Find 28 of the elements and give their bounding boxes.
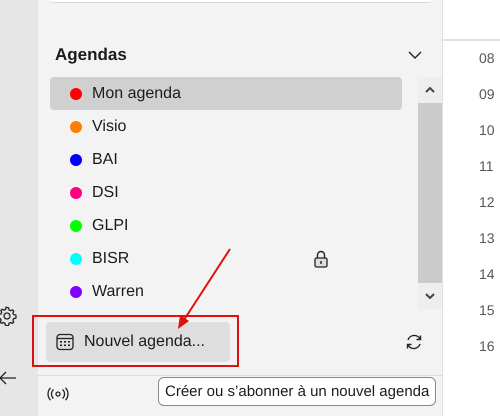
scroll-down-icon[interactable] (425, 293, 435, 299)
calendar-item[interactable]: Mon agenda (50, 77, 402, 110)
settings-icon[interactable] (0, 306, 17, 326)
hour-label: 10 (479, 121, 496, 140)
calendar-item[interactable]: BISR (50, 242, 402, 275)
calendar-item[interactable]: DSI (50, 176, 402, 209)
chevron-down-icon[interactable] (408, 51, 422, 59)
back-arrow-icon[interactable] (0, 371, 17, 385)
hour-label: 08 (479, 49, 496, 68)
calendar-item[interactable]: Visio (50, 110, 402, 143)
calendar-icon (56, 333, 74, 351)
hour-label: 16 (479, 337, 496, 356)
calendar-item[interactable]: Warren (50, 275, 402, 308)
hour-label: 14 (479, 265, 496, 284)
hour-label: 09 (479, 85, 496, 104)
broadcast-icon[interactable] (47, 387, 69, 401)
scroll-up-icon[interactable] (425, 87, 435, 93)
section-title: Agendas (55, 45, 127, 65)
tooltip: Créer ou s’abonner à un nouvel agenda (158, 377, 436, 406)
scrollbar[interactable] (418, 77, 442, 309)
hour-label: 13 (479, 229, 496, 248)
calendar-item[interactable]: BAI (50, 143, 402, 176)
refresh-icon[interactable] (404, 332, 424, 352)
hour-label: 15 (479, 301, 496, 320)
hour-label: 12 (479, 193, 496, 212)
new-calendar-button[interactable]: Nouvel agenda... (46, 322, 230, 362)
calendar-item[interactable]: GLPI (50, 209, 402, 242)
hour-label: 11 (479, 157, 495, 176)
